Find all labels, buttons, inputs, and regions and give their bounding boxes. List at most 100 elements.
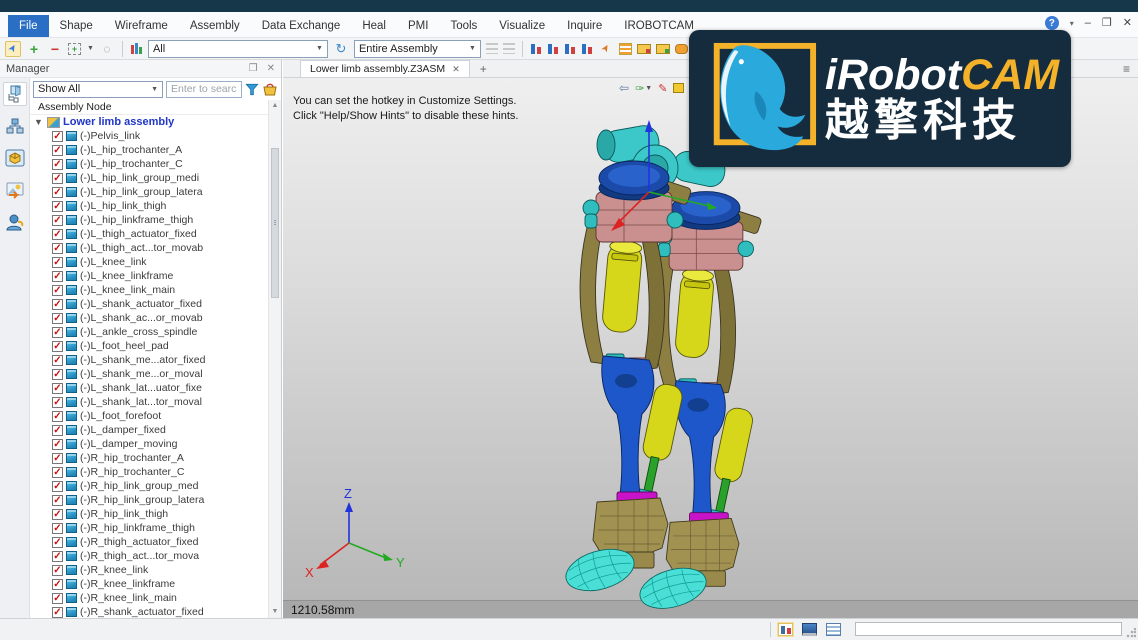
dock-panel-icon[interactable]: ❐	[249, 63, 258, 74]
status-input[interactable]	[855, 622, 1122, 636]
checked-checkbox-icon[interactable]	[52, 383, 63, 394]
tree-node-row[interactable]: (-)L_thigh_actuator_fixed	[30, 227, 268, 241]
checked-checkbox-icon[interactable]	[52, 355, 63, 366]
checked-checkbox-icon[interactable]	[52, 607, 63, 618]
menu-item[interactable]: PMI	[397, 15, 439, 37]
checked-checkbox-icon[interactable]	[52, 285, 63, 296]
close-panel-icon[interactable]: ✕	[267, 63, 275, 74]
tree-node-row[interactable]: (-)L_hip_trochanter_A	[30, 143, 268, 157]
add-entity-button[interactable]: +	[26, 41, 42, 57]
chevron-down-icon[interactable]: ▼	[87, 45, 94, 52]
tree-node-row[interactable]: (-)L_ankle_cross_spindle	[30, 325, 268, 339]
checked-checkbox-icon[interactable]	[52, 453, 63, 464]
manager-toggle-icon[interactable]	[778, 623, 793, 636]
scope-dropdown[interactable]: Entire Assembly▼	[354, 40, 481, 58]
tree-node-row[interactable]: (-)R_thigh_act...tor_mova	[30, 549, 268, 563]
filter-funnel-icon[interactable]	[245, 83, 259, 96]
tree-node-row[interactable]: (-)L_shank_me...or_moval	[30, 367, 268, 381]
constraint-icon-3[interactable]	[564, 43, 576, 55]
menu-item[interactable]: Assembly	[179, 15, 251, 37]
checked-checkbox-icon[interactable]	[52, 173, 63, 184]
edit-pencil-icon[interactable]: ✎	[658, 82, 667, 95]
checked-checkbox-icon[interactable]	[52, 523, 63, 534]
tree-node-row[interactable]: (-)L_shank_me...ator_fixed	[30, 353, 268, 367]
tree-node-row[interactable]: (-)L_shank_lat...uator_fixe	[30, 381, 268, 395]
comment-icon[interactable]	[675, 44, 688, 54]
checked-checkbox-icon[interactable]	[52, 467, 63, 478]
tree-column-header[interactable]: Assembly Node	[30, 100, 281, 115]
checked-checkbox-icon[interactable]	[52, 299, 63, 310]
tree-node-row[interactable]: (-)R_hip_trochanter_A	[30, 451, 268, 465]
checked-checkbox-icon[interactable]	[52, 243, 63, 254]
tree-filter-dropdown[interactable]: Show All▼	[33, 81, 163, 98]
basket-icon[interactable]	[262, 83, 278, 96]
assembly-manager-tab[interactable]	[3, 82, 27, 106]
chevron-down-icon[interactable]: ▾	[1070, 18, 1074, 29]
tree-node-row[interactable]: (-)L_thigh_act...tor_movab	[30, 241, 268, 255]
checked-checkbox-icon[interactable]	[52, 397, 63, 408]
checked-checkbox-icon[interactable]	[52, 201, 63, 212]
folder-green-icon[interactable]	[656, 44, 670, 54]
solid-box-icon[interactable]	[673, 83, 684, 93]
tree-node-row[interactable]: (-)R_hip_link_group_med	[30, 479, 268, 493]
tree-node-row[interactable]: (-)R_hip_link_thigh	[30, 507, 268, 521]
checked-checkbox-icon[interactable]	[52, 131, 63, 142]
menu-item[interactable]: Wireframe	[104, 15, 179, 37]
drag-tool-icon[interactable]: ➤	[599, 42, 613, 55]
tree-node-row[interactable]: (-)L_knee_linkframe	[30, 269, 268, 283]
tree-node-row[interactable]: (-)L_hip_trochanter_C	[30, 157, 268, 171]
tree-node-row[interactable]: (-)R_hip_trochanter_C	[30, 465, 268, 479]
select-tool-button[interactable]: ➤	[5, 41, 21, 57]
tree-node-row[interactable]: (-)L_shank_lat...tor_moval	[30, 395, 268, 409]
checked-checkbox-icon[interactable]	[52, 509, 63, 520]
menu-item[interactable]: File	[8, 15, 49, 37]
chevron-expand-icon[interactable]: ▼	[34, 117, 44, 127]
style-brush-icon[interactable]: ✑▼	[635, 82, 652, 95]
checked-checkbox-icon[interactable]	[52, 579, 63, 590]
checked-checkbox-icon[interactable]	[52, 187, 63, 198]
checked-checkbox-icon[interactable]	[52, 593, 63, 604]
checked-checkbox-icon[interactable]	[52, 313, 63, 324]
new-tab-button[interactable]: +	[470, 60, 497, 77]
window-select-button[interactable]: +	[68, 43, 81, 55]
scroll-up-icon[interactable]: ▲	[269, 102, 281, 109]
checked-checkbox-icon[interactable]	[52, 495, 63, 506]
tree-node-row[interactable]: (-)L_damper_fixed	[30, 423, 268, 437]
help-icon[interactable]: ?	[1045, 16, 1059, 30]
user-manager-tab[interactable]	[3, 210, 27, 234]
checked-checkbox-icon[interactable]	[52, 411, 63, 422]
history-manager-tab[interactable]	[3, 114, 27, 138]
menu-item[interactable]: Shape	[49, 15, 104, 37]
output-list-icon[interactable]	[826, 623, 841, 636]
checked-checkbox-icon[interactable]	[52, 159, 63, 170]
checked-checkbox-icon[interactable]	[52, 369, 63, 380]
tree-node-row[interactable]: (-)L_shank_ac...or_movab	[30, 311, 268, 325]
checked-checkbox-icon[interactable]	[52, 271, 63, 282]
checked-checkbox-icon[interactable]	[52, 439, 63, 450]
tree-root-row[interactable]: ▼ Lower limb assembly	[30, 115, 268, 129]
tree-node-row[interactable]: (-)L_knee_link	[30, 255, 268, 269]
menu-item[interactable]: Inquire	[556, 15, 613, 37]
tree-node-row[interactable]: (-)Pelvis_link	[30, 129, 268, 143]
checked-checkbox-icon[interactable]	[52, 257, 63, 268]
checked-checkbox-icon[interactable]	[52, 425, 63, 436]
checked-checkbox-icon[interactable]	[52, 481, 63, 492]
filter-bars-icon[interactable]	[130, 42, 143, 55]
tree-node-row[interactable]: (-)R_knee_linkframe	[30, 577, 268, 591]
render-manager-tab[interactable]	[3, 178, 27, 202]
align-vertical-icon[interactable]	[503, 43, 515, 54]
regen-icon[interactable]: ↻	[333, 41, 349, 57]
tree-scrollbar[interactable]: ▲ ▼	[268, 100, 281, 618]
document-tab[interactable]: Lower limb assembly.Z3ASM ✕	[300, 60, 470, 77]
tree-node-row[interactable]: (-)L_hip_link_thigh	[30, 199, 268, 213]
tree-node-row[interactable]: (-)L_hip_link_group_latera	[30, 185, 268, 199]
scrollbar-thumb[interactable]	[271, 148, 279, 298]
visual-manager-tab[interactable]	[3, 146, 27, 170]
checked-checkbox-icon[interactable]	[52, 215, 63, 226]
folder-red-icon[interactable]	[637, 44, 651, 54]
tree-node-row[interactable]: (-)R_thigh_actuator_fixed	[30, 535, 268, 549]
menu-item[interactable]: Visualize	[488, 15, 556, 37]
align-horizontal-icon[interactable]	[486, 43, 498, 54]
tree-node-row[interactable]: (-)R_knee_link_main	[30, 591, 268, 605]
constraint-icon-1[interactable]	[530, 43, 542, 55]
